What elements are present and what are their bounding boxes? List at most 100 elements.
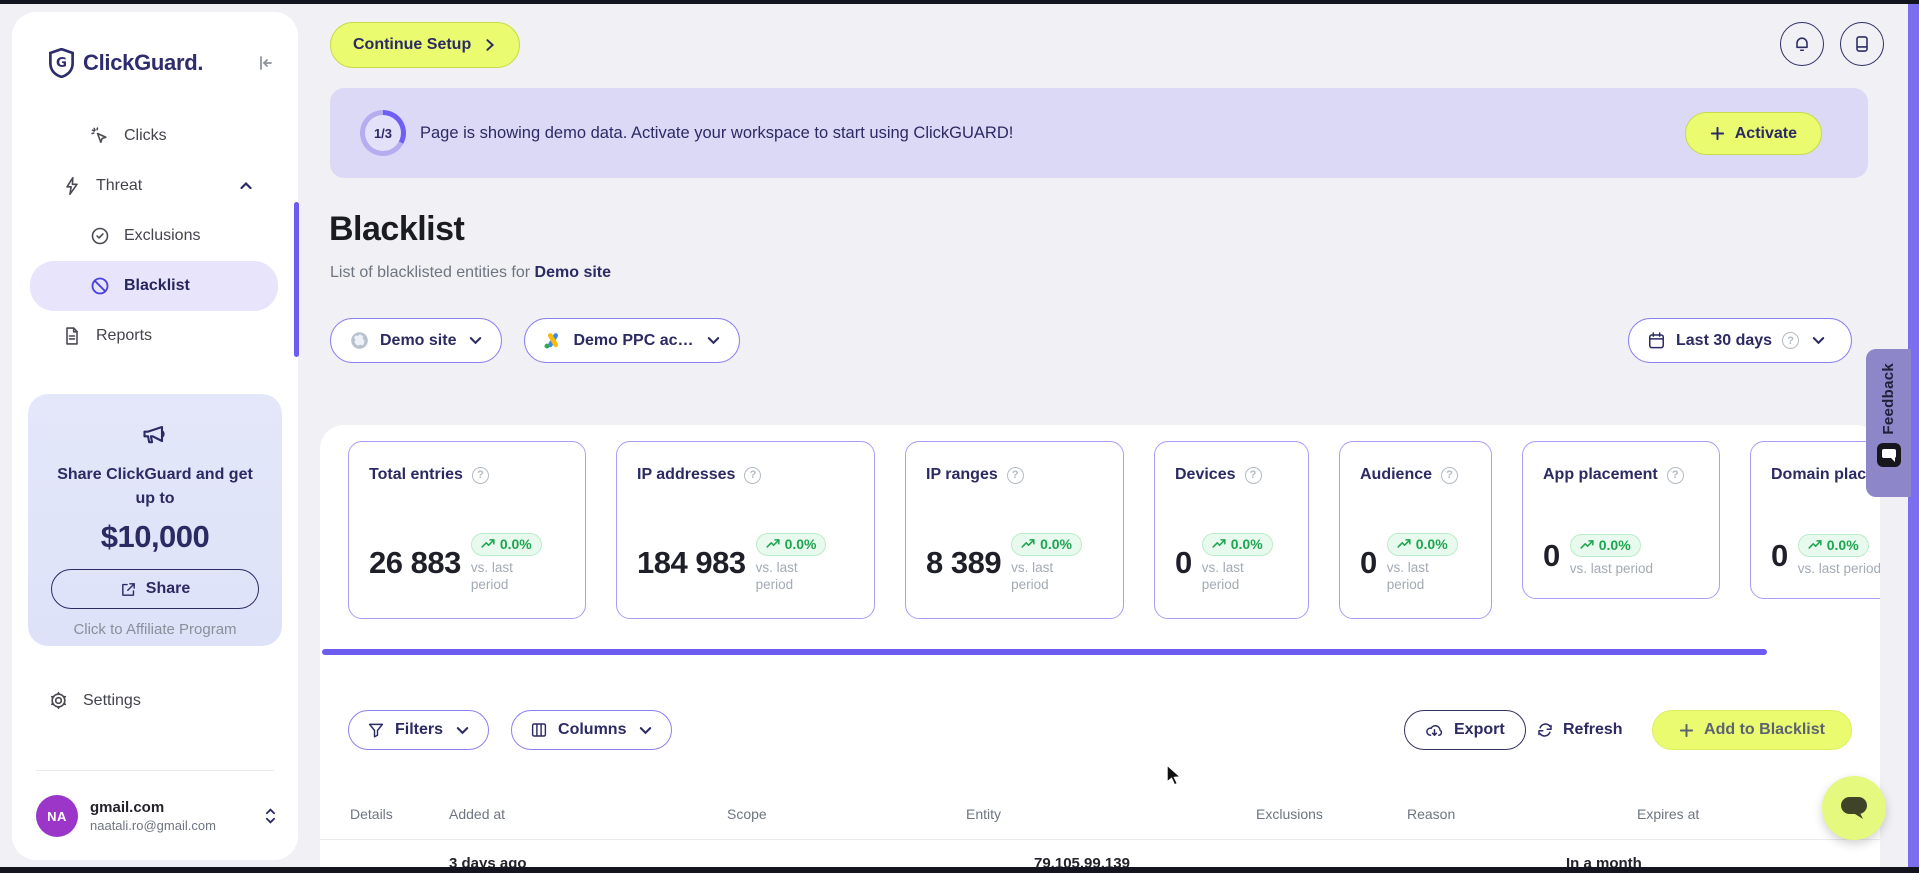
delta-badge: 0.0%: [1011, 532, 1082, 556]
promo-headline: Share ClickGuard and get up to: [57, 466, 253, 507]
date-range-selector[interactable]: Last 30 days ?: [1628, 318, 1852, 363]
help-icon[interactable]: ?: [1441, 466, 1459, 484]
chevron-up-icon[interactable]: [238, 178, 254, 194]
setup-progress-value: 1/3: [365, 115, 401, 151]
sidebar-item-blacklist[interactable]: Blacklist: [30, 261, 278, 311]
ppc-account-selector[interactable]: Demo PPC ac…: [524, 318, 740, 363]
chevron-right-icon: [486, 39, 495, 51]
sidebar-item-reports[interactable]: Reports: [12, 311, 298, 361]
chat-bubble-icon: [1841, 797, 1867, 819]
account-email: naatali.ro@gmail.com: [90, 818, 216, 833]
column-header[interactable]: Details: [350, 806, 393, 822]
sidebar-divider: [36, 770, 274, 771]
column-header[interactable]: Reason: [1407, 806, 1455, 822]
continue-setup-label: Continue Setup: [353, 36, 472, 53]
stat-label: IP addresses: [637, 466, 736, 483]
stat-card-domain-placement: Domain placement? 0 0.0%vs. last period: [1750, 441, 1880, 599]
stat-value: 0: [1771, 538, 1788, 574]
window-edge-bottom: [0, 867, 1919, 873]
calendar-icon: [1649, 332, 1664, 349]
column-header[interactable]: Added at: [449, 806, 505, 822]
add-to-blacklist-button[interactable]: Add to Blacklist: [1652, 710, 1852, 750]
stat-vs-label: vs. last period: [1011, 559, 1054, 593]
help-icon[interactable]: ?: [471, 466, 489, 484]
stat-vs-label: vs. last period: [1797, 561, 1880, 577]
column-header[interactable]: Expires at: [1637, 806, 1699, 822]
chevron-down-icon: [468, 333, 483, 348]
cloud-download-icon: [1426, 724, 1443, 736]
stat-vs-label: vs. last period: [1569, 561, 1654, 577]
sidebar-collapse-icon[interactable]: [254, 53, 274, 73]
activate-button[interactable]: Activate: [1684, 112, 1822, 155]
chevron-up-down-icon: [263, 807, 278, 825]
column-header[interactable]: Scope: [727, 806, 767, 822]
notifications-button[interactable]: [1780, 22, 1824, 66]
megaphone-icon: [143, 425, 165, 444]
docs-button[interactable]: [1840, 22, 1884, 66]
stat-value: 8 389: [926, 545, 1002, 581]
sidebar-item-label: Clicks: [124, 127, 167, 144]
site-selector-value: Demo site: [380, 331, 457, 349]
sidebar-item-threat[interactable]: Threat: [12, 161, 298, 211]
badge-check-icon: [90, 226, 110, 246]
stats-row: Total entries? 26 883 0.0% vs. last perio…: [348, 441, 1880, 619]
help-icon[interactable]: ?: [1666, 466, 1684, 484]
columns-dropdown[interactable]: Columns: [511, 710, 673, 750]
affiliate-promo-card[interactable]: Share ClickGuard and get up to $10,000 S…: [28, 394, 282, 646]
sidebar-item-label: Exclusions: [124, 227, 201, 244]
avatar: NA: [36, 795, 78, 837]
stat-value: 0: [1543, 538, 1560, 574]
demo-data-banner: 1/3 Page is showing demo data. Activate …: [330, 88, 1868, 178]
svg-text:G: G: [56, 56, 67, 71]
chevron-down-icon: [455, 723, 470, 738]
page-subtitle: List of blacklisted entities for Demo si…: [330, 264, 611, 282]
stat-label: Audience: [1360, 466, 1433, 483]
delta-badge: 0.0%: [1386, 532, 1458, 556]
cursor-click-icon: [90, 126, 110, 146]
google-ads-icon: [544, 332, 559, 349]
filters-dropdown[interactable]: Filters: [348, 710, 490, 750]
ban-icon: [90, 276, 110, 296]
export-button[interactable]: Export: [1404, 710, 1526, 750]
delta-badge: 0.0%: [1201, 532, 1273, 556]
ppc-account-value: Demo PPC ac…: [573, 331, 694, 349]
account-name: gmail.com: [90, 799, 165, 816]
gear-icon: [48, 690, 69, 711]
sidebar-item-exclusions[interactable]: Exclusions: [12, 211, 298, 261]
feedback-tab[interactable]: Feedback: [1866, 349, 1911, 497]
help-icon[interactable]: ?: [1244, 466, 1262, 484]
blacklist-content-panel: Total entries? 26 883 0.0% vs. last perio…: [320, 425, 1880, 873]
column-header[interactable]: Entity: [966, 806, 1001, 822]
sidebar-scrollbar[interactable]: [294, 202, 299, 357]
feedback-widget-icon: [1876, 442, 1901, 467]
help-icon[interactable]: ?: [1006, 466, 1024, 484]
promo-amount: $10,000: [100, 519, 210, 554]
page-subtitle-target: Demo site: [534, 264, 612, 281]
stat-label: Total entries: [369, 466, 463, 483]
globe-icon: [351, 332, 368, 349]
chat-launcher-button[interactable]: [1822, 776, 1886, 840]
continue-setup-button[interactable]: Continue Setup: [330, 22, 521, 68]
site-selector[interactable]: Demo site: [330, 318, 503, 363]
stat-vs-label: vs. last period: [755, 559, 798, 593]
delta-badge: 0.0%: [1797, 534, 1869, 558]
chevron-down-icon: [706, 333, 721, 348]
sidebar-item-clicks[interactable]: Clicks: [12, 111, 298, 161]
refresh-button[interactable]: Refresh: [1536, 710, 1623, 750]
account-switcher[interactable]: NA gmail.com naatali.ro@gmail.com: [36, 790, 278, 842]
stat-label: App placement: [1543, 466, 1658, 483]
window-edge-top: [0, 0, 1919, 4]
chevron-down-icon: [638, 723, 653, 738]
page-subtitle-prefix: List of blacklisted entities for: [330, 264, 535, 281]
stats-horizontal-scrollbar[interactable]: [322, 649, 1767, 655]
share-button[interactable]: Share: [51, 569, 259, 609]
chevron-down-icon: [1811, 333, 1826, 348]
trending-up-icon: [1808, 540, 1822, 550]
settings-label: Settings: [83, 691, 141, 709]
column-header[interactable]: Exclusions: [1256, 806, 1323, 822]
scope-selectors: Demo site Demo PPC ac…: [330, 318, 740, 363]
trending-up-icon: [1021, 539, 1035, 548]
help-icon[interactable]: ?: [744, 466, 762, 484]
sidebar-item-settings[interactable]: Settings: [48, 690, 141, 711]
refresh-icon: [1538, 723, 1552, 737]
